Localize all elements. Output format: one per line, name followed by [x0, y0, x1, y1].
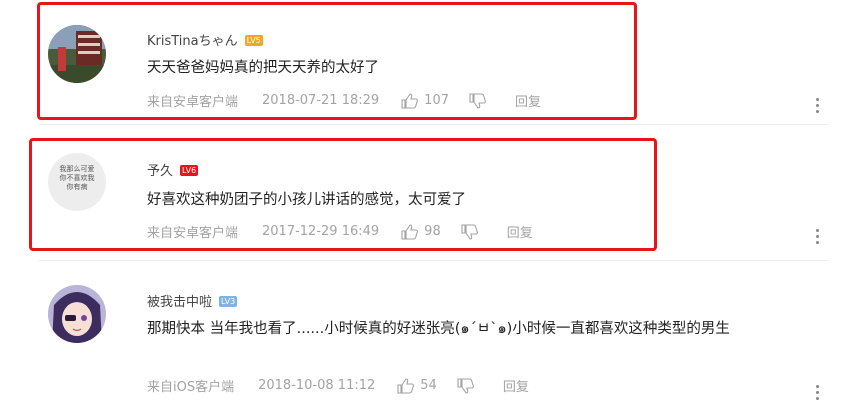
reply-button[interactable]: 回复 [503, 376, 529, 395]
like-count: 54 [420, 378, 437, 393]
username-label: 被我击中啦 [147, 295, 213, 310]
divider [38, 124, 828, 125]
highlight-box [37, 2, 637, 120]
comment-item: 被我击中啦 LV3 那期快本 当年我也看了......小时候真的好迷张亮(๑´ㅂ`… [0, 266, 867, 410]
level-badge: LV3 [219, 296, 238, 307]
thumbs-up-icon [397, 377, 415, 394]
more-options-icon[interactable] [816, 229, 820, 247]
highlight-box [29, 138, 657, 251]
like-button[interactable]: 54 [397, 377, 437, 394]
comment-text: 那期快本 当年我也看了......小时候真的好迷张亮(๑´ㅂ`๑)小时候一直都喜… [147, 321, 730, 337]
comment-meta: 来自iOS客户端 2018-10-08 11:12 54 回复 [147, 376, 529, 395]
avatar[interactable] [48, 285, 106, 343]
comment-source: 来自iOS客户端 [147, 380, 235, 395]
comment-time: 2018-10-08 11:12 [258, 378, 376, 393]
dislike-button[interactable] [457, 377, 475, 394]
more-options-icon[interactable] [816, 98, 820, 116]
username[interactable]: 被我击中啦 LV3 [147, 291, 238, 310]
thumbs-down-icon [457, 377, 474, 394]
divider [38, 260, 828, 261]
more-options-icon[interactable] [816, 385, 820, 403]
